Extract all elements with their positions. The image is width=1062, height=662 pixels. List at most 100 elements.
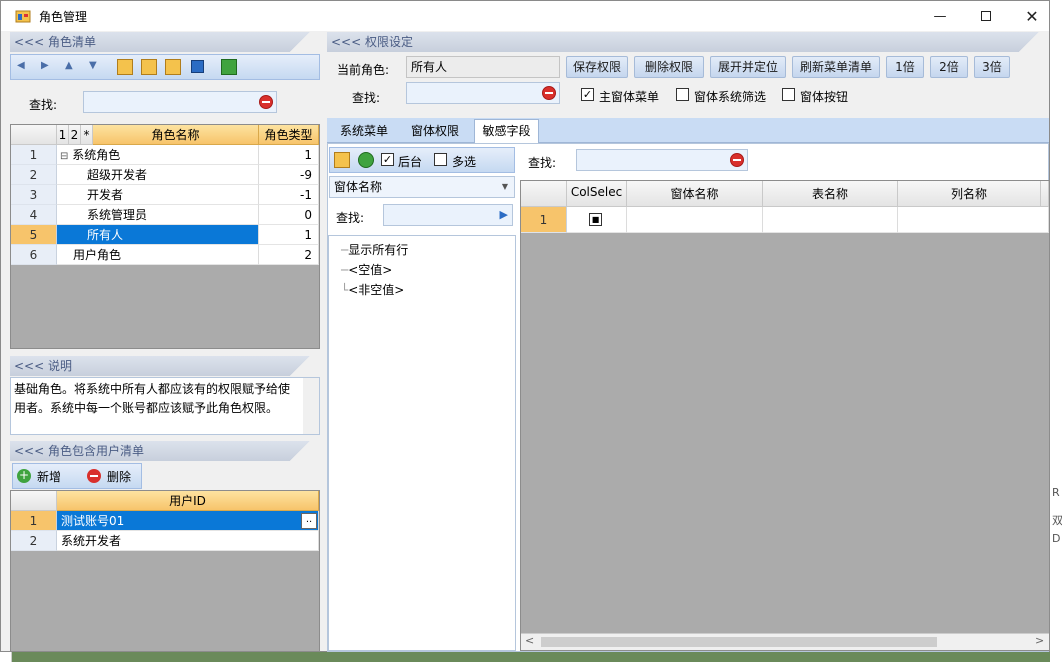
grid-search-input[interactable] [576, 149, 748, 171]
level-1-header[interactable]: 1 [57, 125, 69, 145]
backend-checkbox[interactable]: ✓ [381, 153, 394, 166]
role-type-cell[interactable]: 2 [259, 245, 319, 265]
column-header-column-name[interactable]: 列名称 [898, 181, 1041, 207]
role-name-cell[interactable]: ⊟ 系统角色 [57, 145, 259, 165]
scroll-thumb[interactable] [541, 637, 937, 647]
row-number-selected[interactable]: 1 [11, 511, 57, 531]
level-all-header[interactable]: * [81, 125, 93, 145]
role-name-cell[interactable]: 系统管理员 [57, 205, 259, 225]
title-bar[interactable]: 角色管理 — ✕ [1, 1, 1049, 31]
main-menu-checkbox[interactable]: ✓ [581, 88, 594, 101]
row-number-selected[interactable]: 5 [11, 225, 57, 245]
delete-icon [87, 469, 101, 483]
user-id-cell[interactable]: 系统开发者 [57, 531, 319, 551]
add-icon: + [17, 468, 31, 483]
row-number[interactable]: 3 [11, 185, 57, 205]
row-number-selected[interactable]: 1 [521, 207, 567, 233]
tree-node-show-all[interactable]: ─显示所有行 [341, 241, 408, 258]
clear-search-icon[interactable] [259, 95, 273, 109]
grid-corner [11, 125, 57, 145]
close-button[interactable]: ✕ [1009, 1, 1055, 31]
role-name-cell-selected[interactable]: 所有人 [57, 225, 259, 245]
collapse-icon[interactable]: ⊟ [60, 151, 68, 162]
tree-search-input[interactable]: ▶ [383, 204, 513, 226]
role-type-cell[interactable]: -9 [259, 165, 319, 185]
tree-node-not-null[interactable]: └<非空值> [341, 281, 404, 298]
expand-locate-button[interactable]: 展开并定位 [710, 56, 786, 78]
row-number[interactable]: 6 [11, 245, 57, 265]
zoom-3x-button[interactable]: 3倍 [974, 56, 1010, 78]
user-id-cell-selected[interactable]: 测试账号01 [57, 511, 319, 531]
maximize-button[interactable] [963, 1, 1009, 31]
clear-search-icon[interactable] [542, 86, 556, 100]
nav-up-icon[interactable]: ▲ [65, 60, 73, 71]
permission-search-input[interactable] [406, 82, 560, 104]
delete-user-button[interactable]: 删除 [87, 466, 131, 486]
multi-select-checkbox[interactable] [434, 153, 447, 166]
bg-char: D [1052, 532, 1061, 545]
row-number[interactable]: 2 [11, 531, 57, 551]
row-number[interactable]: 1 [11, 145, 57, 165]
grid-corner [11, 491, 57, 511]
column-header-role-type[interactable]: 角色类型 [259, 125, 319, 145]
column-header-role-name[interactable]: 角色名称 [93, 125, 259, 145]
role-type-cell[interactable]: 1 [259, 145, 319, 165]
refresh-icon[interactable] [221, 59, 237, 75]
zoom-2x-button[interactable]: 2倍 [930, 56, 968, 78]
search-go-icon[interactable]: ▶ [500, 205, 508, 225]
description-scrollbar[interactable] [303, 378, 319, 434]
column-header-user-id[interactable]: 用户ID [57, 491, 319, 511]
tree-icon[interactable] [334, 152, 350, 168]
role-name-cell[interactable]: 用户角色 [57, 245, 259, 265]
tab-system-menu[interactable]: 系统菜单 [331, 120, 397, 142]
minimize-button[interactable]: — [917, 1, 963, 31]
refresh-icon[interactable] [358, 152, 374, 168]
form-button-checkbox[interactable] [782, 88, 795, 101]
tab-form-permission[interactable]: 窗体权限 [401, 120, 469, 142]
ellipsis-button[interactable]: .. [301, 513, 317, 529]
role-type-cell[interactable]: -1 [259, 185, 319, 205]
column-name-cell[interactable] [898, 207, 1049, 233]
row-number[interactable]: 4 [11, 205, 57, 225]
tab-sensitive-fields[interactable]: 敏感字段 [474, 119, 539, 144]
users-grid: 用户ID 1 测试账号01 .. 2 系统开发者 [10, 490, 320, 652]
nav-down-icon[interactable]: ▼ [89, 60, 97, 71]
table-name-cell[interactable] [763, 207, 898, 233]
users-header: <<< 角色包含用户清单 [10, 441, 320, 461]
level-2-header[interactable]: 2 [69, 125, 81, 145]
scroll-right-icon[interactable]: > [1035, 634, 1044, 647]
nav-next-icon[interactable]: ▶ [41, 60, 49, 71]
role-search-input[interactable] [83, 91, 277, 113]
role-name-cell[interactable]: 开发者 [57, 185, 259, 205]
form-name-combo[interactable]: 窗体名称 ▼ [329, 176, 515, 198]
column-header-colselect[interactable]: ColSelec [567, 181, 627, 207]
save-icon[interactable] [191, 60, 204, 73]
nav-first-icon[interactable]: ◀ [17, 60, 25, 71]
form-filter-checkbox[interactable] [676, 88, 689, 101]
horizontal-scrollbar[interactable]: < > [521, 633, 1049, 650]
delete-permission-button[interactable]: 删除权限 [634, 56, 704, 78]
bg-char: 双 [1052, 514, 1062, 527]
folder-add-icon[interactable] [117, 59, 133, 75]
role-type-cell[interactable]: 1 [259, 225, 319, 245]
combo-value: 窗体名称 [334, 180, 383, 194]
column-header-form-name[interactable]: 窗体名称 [627, 181, 763, 207]
save-permission-button[interactable]: 保存权限 [566, 56, 628, 78]
form-name-cell[interactable] [627, 207, 763, 233]
column-header-table-name[interactable]: 表名称 [763, 181, 898, 207]
scroll-left-icon[interactable]: < [525, 634, 534, 647]
add-user-button[interactable]: + 新增 [17, 466, 61, 486]
colselect-cell[interactable]: ■ [567, 207, 627, 233]
current-role-field[interactable]: 所有人 [406, 56, 560, 78]
zoom-1x-button[interactable]: 1倍 [886, 56, 924, 78]
row-number[interactable]: 2 [11, 165, 57, 185]
role-type-cell[interactable]: 0 [259, 205, 319, 225]
folder-copy-icon[interactable] [141, 59, 157, 75]
refresh-menu-button[interactable]: 刷新菜单清单 [792, 56, 880, 78]
role-name-cell[interactable]: 超级开发者 [57, 165, 259, 185]
clear-search-icon[interactable] [730, 153, 744, 167]
folder-delete-icon[interactable] [165, 59, 181, 75]
colselect-checkbox[interactable]: ■ [589, 213, 602, 226]
description-text[interactable]: 基础角色。将系统中所有人都应该有的权限赋予给使用者。系统中每一个账号都应该赋予此… [10, 377, 320, 435]
tree-node-null[interactable]: ─<空值> [341, 261, 392, 278]
